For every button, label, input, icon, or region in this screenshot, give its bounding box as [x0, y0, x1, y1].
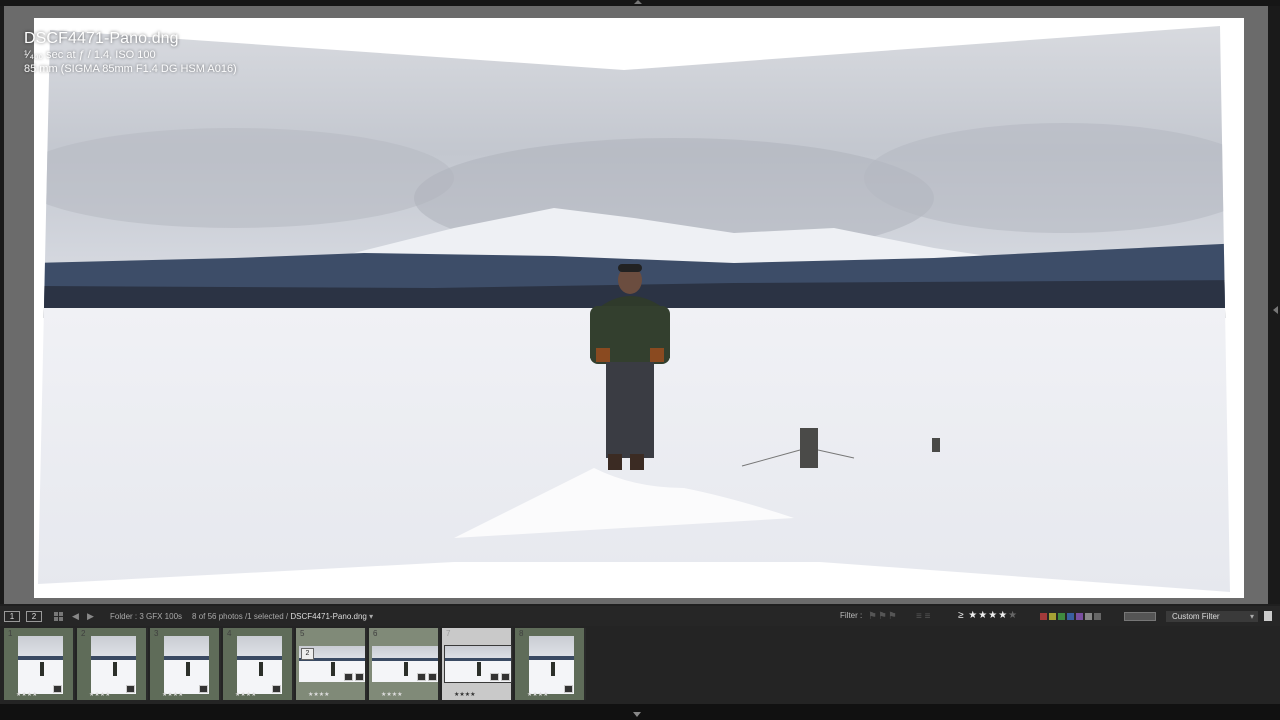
color-label-swatch[interactable]	[1076, 613, 1083, 620]
source-path[interactable]: Folder : 3 GFX 100s 8 of 56 photos /1 sel…	[110, 612, 373, 621]
filmstrip-thumbnail[interactable]	[372, 646, 438, 682]
color-label-swatch[interactable]	[1040, 613, 1047, 620]
color-label-swatch[interactable]	[1085, 613, 1092, 620]
rating-filter[interactable]: ≥ ★★★★★	[958, 610, 1018, 621]
cell-rating: ★★★★	[89, 692, 111, 698]
filmstrip-thumbnail[interactable]	[18, 636, 63, 694]
primary-window-button[interactable]: 1	[4, 611, 20, 622]
cell-rating: ★★★★	[16, 692, 38, 698]
color-label-swatch[interactable]	[1067, 613, 1074, 620]
color-label-swatch[interactable]	[1049, 613, 1056, 620]
filmstrip-thumbnail[interactable]	[91, 636, 136, 694]
rating-star[interactable]: ★	[1008, 610, 1018, 621]
filmstrip-cell[interactable]: 8 ★★★★	[515, 628, 586, 700]
edit-filter-icons[interactable]: ≡ ≡	[916, 611, 930, 622]
cell-rating: ★★★★	[162, 692, 184, 698]
flag-filter-icons[interactable]: ⚑⚑⚑	[868, 611, 898, 622]
panorama-photo	[34, 18, 1244, 598]
cell-index: 1	[8, 629, 13, 638]
right-panel-toggle[interactable]	[1268, 6, 1280, 604]
photo-exposure: ¹⁄₄₀₀ sec at ƒ / 1.4, ISO 100	[24, 49, 156, 61]
filmstrip-cell[interactable]: 7 ★★★★	[442, 628, 513, 700]
photo-lens: 85 mm (SIGMA 85mm F1.4 DG HSM A016)	[24, 63, 237, 75]
collapse-up-icon[interactable]	[634, 0, 642, 4]
cell-index: 6	[373, 629, 378, 638]
filmstrip-thumbnail[interactable]	[529, 636, 574, 694]
current-file: DSCF4471-Pano.dng	[290, 612, 367, 621]
cell-index: 3	[154, 629, 159, 638]
color-label-swatch[interactable]	[1058, 613, 1065, 620]
filter-lock-icon[interactable]	[1264, 611, 1272, 621]
filmstrip-cell[interactable]: 2 ★★★★	[77, 628, 148, 700]
custom-filter-dropdown[interactable]: Custom Filter	[1166, 611, 1258, 622]
filter-label: Filter :	[840, 611, 863, 620]
expand-left-icon[interactable]	[1273, 306, 1278, 314]
back-arrow-icon[interactable]: ◀	[72, 612, 79, 621]
color-label-swatch[interactable]	[1094, 613, 1101, 620]
photo-filename: DSCF4471-Pano.dng	[24, 30, 179, 47]
cell-rating: ★★★★	[381, 692, 403, 698]
cell-rating: ★★★★	[308, 692, 330, 698]
cell-index: 4	[227, 629, 232, 638]
filmstrip-thumbnail[interactable]: 2	[299, 646, 365, 682]
filmstrip-thumbnail[interactable]	[444, 645, 512, 683]
cell-rating: ★★★★	[527, 692, 549, 698]
rating-star[interactable]: ★	[978, 610, 988, 621]
photo-count: 8 of 56 photos /1 selected /	[192, 612, 289, 621]
cell-index: 7	[446, 629, 451, 638]
cell-index: 5	[300, 629, 305, 638]
filmstrip-cell[interactable]: 4 ★★★★	[223, 628, 294, 700]
cell-rating: ★★★★	[454, 692, 476, 698]
path-dropdown-icon[interactable]: ▾	[369, 612, 373, 621]
bottom-panel-toggle[interactable]	[0, 704, 1280, 720]
rating-star[interactable]: ★	[988, 610, 998, 621]
filmstrip-cell[interactable]: 6 ★★★★	[369, 628, 440, 700]
stack-count-badge[interactable]: 2	[301, 648, 314, 660]
filmstrip-thumbnail[interactable]	[237, 636, 282, 694]
rating-star[interactable]: ★	[968, 610, 978, 621]
collapse-down-icon[interactable]	[633, 712, 641, 717]
filmstrip-cell[interactable]: 3 ★★★★	[150, 628, 221, 700]
filmstrip-thumbnail[interactable]	[164, 636, 209, 694]
folder-label: Folder : 3 GFX 100s	[110, 612, 183, 621]
filmstrip-cell[interactable]: 5 2 ★★★★	[296, 628, 367, 700]
color-label-filter[interactable]	[1040, 613, 1103, 622]
rating-prefix: ≥	[958, 610, 965, 621]
filmstrip-cell[interactable]: 1 ★★★★	[4, 628, 75, 700]
cell-index: 2	[81, 629, 86, 638]
grid-view-icon[interactable]	[54, 612, 64, 621]
kind-filter-icons[interactable]	[1124, 612, 1156, 621]
forward-arrow-icon[interactable]: ▶	[87, 612, 94, 621]
cell-index: 8	[519, 629, 524, 638]
photo-info-overlay: DSCF4471-Pano.dng ¹⁄₄₀₀ sec at ƒ / 1.4, …	[24, 30, 237, 76]
secondary-window-button[interactable]: 2	[26, 611, 42, 622]
filmstrip-toolbar: 1 2 ◀ ▶ Folder : 3 GFX 100s 8 of 56 photo…	[0, 606, 1280, 626]
loupe-view: DSCF4471-Pano.dng ¹⁄₄₀₀ sec at ƒ / 1.4, …	[4, 6, 1268, 604]
filmstrip: 1 ★★★★ 2 ★★★★ 3 ★★★★ 4 ★★★★ 5 2 ★★★★ 6 ★★★★ 7 ★★★★ 8 ★★★…	[0, 626, 1280, 704]
cell-rating: ★★★★	[235, 692, 257, 698]
rating-star[interactable]: ★	[998, 610, 1008, 621]
